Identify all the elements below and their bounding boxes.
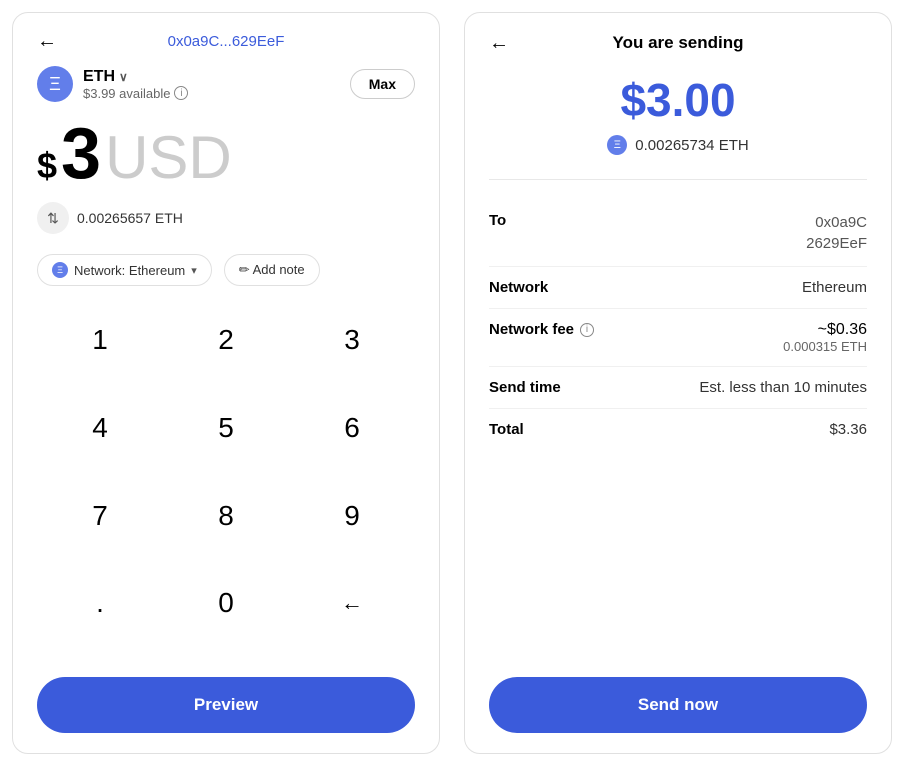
amount-display: $ 3 USD [37,118,415,190]
token-info: Ξ ETH ∨ $3.99 available i [37,66,188,102]
available-info-icon[interactable]: i [174,86,188,100]
token-row: Ξ ETH ∨ $3.99 available i Max [37,66,415,102]
wallet-address[interactable]: 0x0a9C...629EeF [168,33,285,50]
swap-icon-button[interactable]: ⇅ [37,202,69,234]
token-available: $3.99 available i [83,86,188,101]
numpad-key-4[interactable]: 4 [37,398,163,458]
token-name[interactable]: ETH ∨ [83,68,188,86]
sending-eth-icon: Ξ [607,135,627,155]
numpad-key-0[interactable]: 0 [163,573,289,633]
back-button-right[interactable]: ← [489,32,509,55]
numpad-key-7[interactable]: 7 [37,486,163,546]
send-now-button[interactable]: Send now [489,677,867,733]
fee-value: ~$0.36 0.000315 ETH [783,321,867,354]
fee-eth-value: 0.000315 ETH [783,339,867,354]
send-time-value: Est. less than 10 minutes [699,379,867,396]
numpad: 1 2 3 4 5 6 7 8 9 . 0 ← [37,310,415,661]
sending-amount: $3.00 [489,73,867,127]
numpad-key-3[interactable]: 3 [289,310,415,370]
numpad-key-9[interactable]: 9 [289,486,415,546]
total-row: Total $3.36 [489,409,867,450]
fee-label: Network fee [489,321,574,338]
to-label: To [489,212,506,229]
back-button-left[interactable]: ← [37,30,57,53]
sending-eth-row: Ξ 0.00265734 ETH [489,135,867,155]
left-panel: ← 0x0a9C...629EeF Ξ ETH ∨ $3.99 availabl… [12,12,440,754]
max-button[interactable]: Max [350,69,415,99]
network-button[interactable]: Ξ Network: Ethereum ▾ [37,254,212,286]
numpad-key-5[interactable]: 5 [163,398,289,458]
numpad-key-2[interactable]: 2 [163,310,289,370]
details-table: To 0x0a9C 2629EeF Network Ethereum Netwo… [489,200,867,657]
fee-info-icon[interactable]: i [580,323,594,337]
numpad-key-1[interactable]: 1 [37,310,163,370]
fee-row: Network fee i ~$0.36 0.000315 ETH [489,309,867,367]
eth-equivalent-row: ⇅ 0.00265657 ETH [37,202,415,234]
divider [489,179,867,180]
network-row: Network Ethereum [489,267,867,309]
numpad-key-6[interactable]: 6 [289,398,415,458]
sending-usd-value: $3.00 [489,73,867,127]
total-label: Total [489,421,524,438]
page-title: You are sending [613,33,744,53]
options-row: Ξ Network: Ethereum ▾ ✏ Add note [37,254,415,286]
sending-eth-value: 0.00265734 ETH [635,137,748,154]
network-value: Ethereum [802,279,867,296]
eth-icon: Ξ [37,66,73,102]
network-label: Network [489,279,548,296]
right-panel: ← You are sending $3.00 Ξ 0.00265734 ETH… [464,12,892,754]
to-address: 0x0a9C 2629EeF [806,212,867,254]
token-chevron-icon: ∨ [119,70,128,84]
token-text: ETH ∨ $3.99 available i [83,68,188,101]
fee-label-row: Network fee i [489,321,594,338]
network-eth-icon: Ξ [52,262,68,278]
to-row: To 0x0a9C 2629EeF [489,200,867,267]
left-header: ← 0x0a9C...629EeF [37,33,415,50]
add-note-button[interactable]: ✏ Add note [224,254,320,286]
preview-button[interactable]: Preview [37,677,415,733]
network-chevron-icon: ▾ [191,264,197,277]
numpad-key-dot[interactable]: . [37,573,163,633]
right-header: ← You are sending [489,33,867,53]
send-time-row: Send time Est. less than 10 minutes [489,367,867,409]
eth-amount: 0.00265657 ETH [77,210,183,226]
amount-currency: USD [105,128,232,188]
dollar-sign: $ [37,145,57,187]
total-value: $3.36 [829,421,867,438]
send-time-label: Send time [489,379,561,396]
amount-number: 3 [61,118,101,190]
numpad-key-8[interactable]: 8 [163,486,289,546]
numpad-backspace-button[interactable]: ← [289,573,415,633]
